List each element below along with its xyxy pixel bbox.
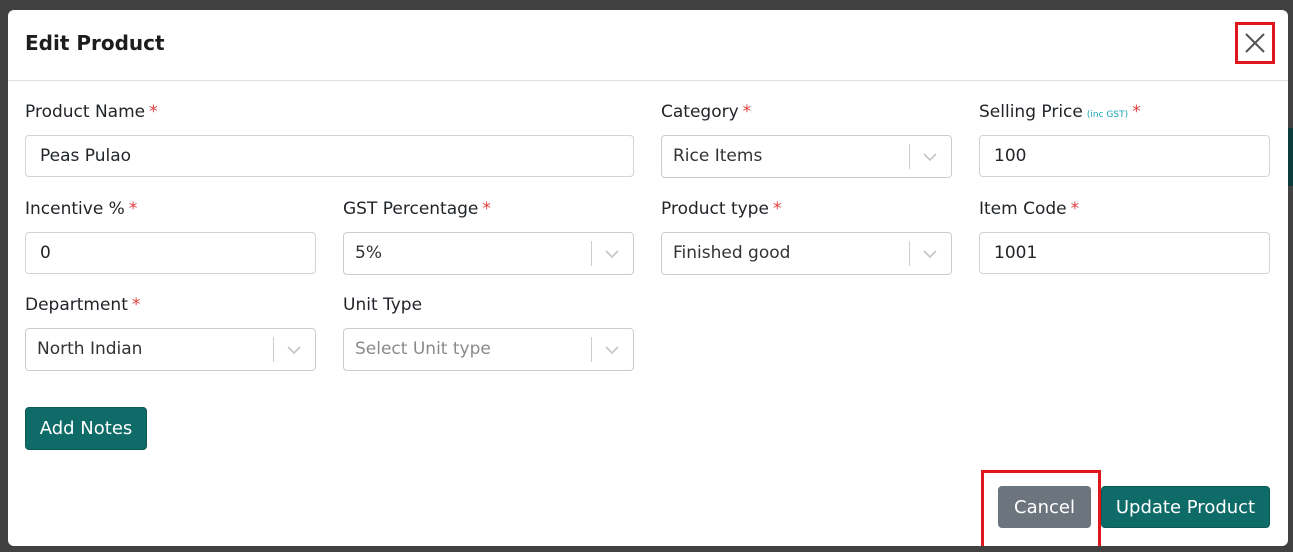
unit-type-label: Unit Type bbox=[343, 295, 422, 315]
chevron-down-icon[interactable] bbox=[921, 148, 939, 166]
modal-header: Edit Product bbox=[8, 10, 1288, 81]
department-label-text: Department bbox=[25, 295, 128, 315]
edit-product-modal: Edit Product Product Name * Peas Pulao Ca… bbox=[8, 10, 1288, 546]
required-marker: * bbox=[131, 295, 141, 315]
product-name-input[interactable]: Peas Pulao bbox=[25, 135, 634, 177]
product-type-select-value: Finished good bbox=[673, 243, 791, 263]
incentive-label: Incentive % * bbox=[25, 199, 137, 219]
selling-price-input[interactable]: 100 bbox=[979, 135, 1270, 177]
incentive-label-text: Incentive % bbox=[25, 199, 125, 219]
category-select-value: Rice Items bbox=[673, 146, 763, 166]
chevron-down-icon[interactable] bbox=[603, 341, 621, 359]
select-separator bbox=[909, 241, 910, 266]
required-marker: * bbox=[742, 102, 752, 122]
modal-title: Edit Product bbox=[25, 31, 165, 55]
unit-type-label-text: Unit Type bbox=[343, 295, 423, 315]
close-button[interactable] bbox=[1235, 22, 1275, 64]
close-icon bbox=[1245, 33, 1265, 53]
product-name-label-text: Product Name bbox=[25, 102, 146, 122]
select-separator bbox=[273, 337, 274, 362]
item-code-input[interactable]: 1001 bbox=[979, 232, 1270, 274]
gst-percentage-select-value: 5% bbox=[355, 243, 382, 263]
required-marker: * bbox=[482, 199, 491, 219]
department-label: Department * bbox=[25, 295, 140, 315]
update-product-button[interactable]: Update Product bbox=[1101, 486, 1270, 528]
product-type-select[interactable]: Finished good bbox=[661, 232, 952, 275]
category-label-text: Category bbox=[661, 102, 739, 122]
required-marker: * bbox=[128, 199, 138, 219]
add-notes-button[interactable]: Add Notes bbox=[25, 407, 147, 450]
select-separator bbox=[591, 337, 592, 362]
required-marker: * bbox=[149, 102, 158, 122]
gst-percentage-label-text: GST Percentage bbox=[343, 199, 479, 219]
selling-price-label-text: Selling Price bbox=[979, 102, 1083, 122]
gst-percentage-select[interactable]: 5% bbox=[343, 232, 634, 275]
chevron-down-icon[interactable] bbox=[921, 245, 939, 263]
category-select[interactable]: Rice Items bbox=[661, 135, 952, 178]
selling-price-label: Selling Price (inc GST) * bbox=[979, 102, 1141, 122]
unit-type-placeholder: Select Unit type bbox=[355, 339, 491, 359]
chevron-down-icon[interactable] bbox=[603, 245, 621, 263]
gst-percentage-label: GST Percentage * bbox=[343, 199, 491, 219]
select-separator bbox=[909, 144, 910, 169]
incentive-input[interactable]: 0 bbox=[25, 232, 316, 274]
cancel-button[interactable]: Cancel bbox=[998, 486, 1091, 528]
item-code-label: Item Code * bbox=[979, 199, 1079, 219]
required-marker: * bbox=[772, 199, 782, 219]
product-name-label: Product Name * bbox=[25, 102, 158, 122]
unit-type-select[interactable]: Select Unit type bbox=[343, 328, 634, 371]
required-marker: * bbox=[1070, 199, 1080, 219]
product-type-label-text: Product type bbox=[661, 199, 769, 219]
department-select[interactable]: North Indian bbox=[25, 328, 316, 371]
select-separator bbox=[591, 241, 592, 266]
product-type-label: Product type * bbox=[661, 199, 781, 219]
inc-gst-hint: (inc GST) bbox=[1086, 110, 1129, 120]
category-label: Category * bbox=[661, 102, 751, 122]
chevron-down-icon[interactable] bbox=[285, 341, 303, 359]
required-marker: * bbox=[1132, 102, 1141, 122]
item-code-label-text: Item Code bbox=[979, 199, 1067, 219]
department-select-value: North Indian bbox=[37, 339, 143, 359]
